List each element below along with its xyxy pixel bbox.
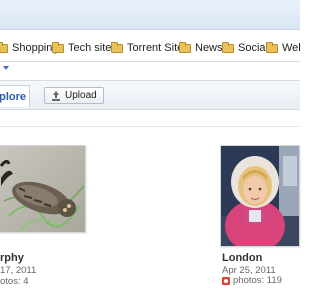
album-photo-count-row: photos: 119 bbox=[222, 275, 282, 286]
bookmark-folder-tech-sites[interactable]: Tech sites bbox=[52, 40, 117, 56]
bookmark-folder-news[interactable]: News bbox=[179, 40, 223, 56]
bookmark-folder-social[interactable]: Social bbox=[222, 40, 268, 56]
album-date: 17, 2011 bbox=[0, 265, 37, 276]
bookmarks-bar: Shopping Tech sites Torrent Sites News S… bbox=[0, 38, 300, 58]
bookmark-label: News bbox=[195, 42, 223, 54]
browser-title-bar bbox=[0, 0, 300, 30]
folder-icon bbox=[0, 41, 8, 53]
folder-icon bbox=[111, 41, 123, 53]
bookmark-label: Tech sites bbox=[68, 42, 117, 54]
upload-button-label: Upload bbox=[65, 90, 97, 101]
folder-icon bbox=[179, 41, 191, 53]
bookmark-label: Social bbox=[238, 42, 268, 54]
picasa-icon bbox=[222, 276, 230, 285]
folder-icon bbox=[266, 41, 278, 53]
album-cover-thumbnail[interactable] bbox=[0, 145, 86, 233]
tab-explore-label: plore bbox=[0, 90, 26, 103]
bookmark-folder-webs[interactable]: Webs bbox=[266, 40, 300, 56]
upload-button[interactable]: Upload bbox=[44, 87, 104, 104]
album-cover-thumbnail[interactable] bbox=[220, 145, 300, 247]
girl-photo bbox=[221, 146, 299, 246]
folder-icon bbox=[222, 41, 234, 53]
chevron-down-icon[interactable] bbox=[3, 66, 9, 70]
divider bbox=[0, 61, 300, 62]
tab-explore[interactable]: plore bbox=[0, 85, 30, 107]
bookmark-folder-shopping[interactable]: Shopping bbox=[0, 40, 59, 56]
bookmark-folder-torrent-sites[interactable]: Torrent Sites bbox=[111, 40, 189, 56]
album-title[interactable]: London bbox=[222, 252, 262, 264]
album-photo-count: otos: 4 bbox=[0, 276, 29, 287]
cat-photo bbox=[0, 146, 85, 232]
upload-icon bbox=[51, 90, 61, 101]
divider bbox=[0, 126, 300, 127]
album-title[interactable]: rphy bbox=[0, 252, 24, 264]
folder-icon bbox=[52, 41, 64, 53]
bookmark-label: Webs bbox=[282, 42, 300, 54]
album-photo-count: photos: 119 bbox=[233, 275, 282, 286]
